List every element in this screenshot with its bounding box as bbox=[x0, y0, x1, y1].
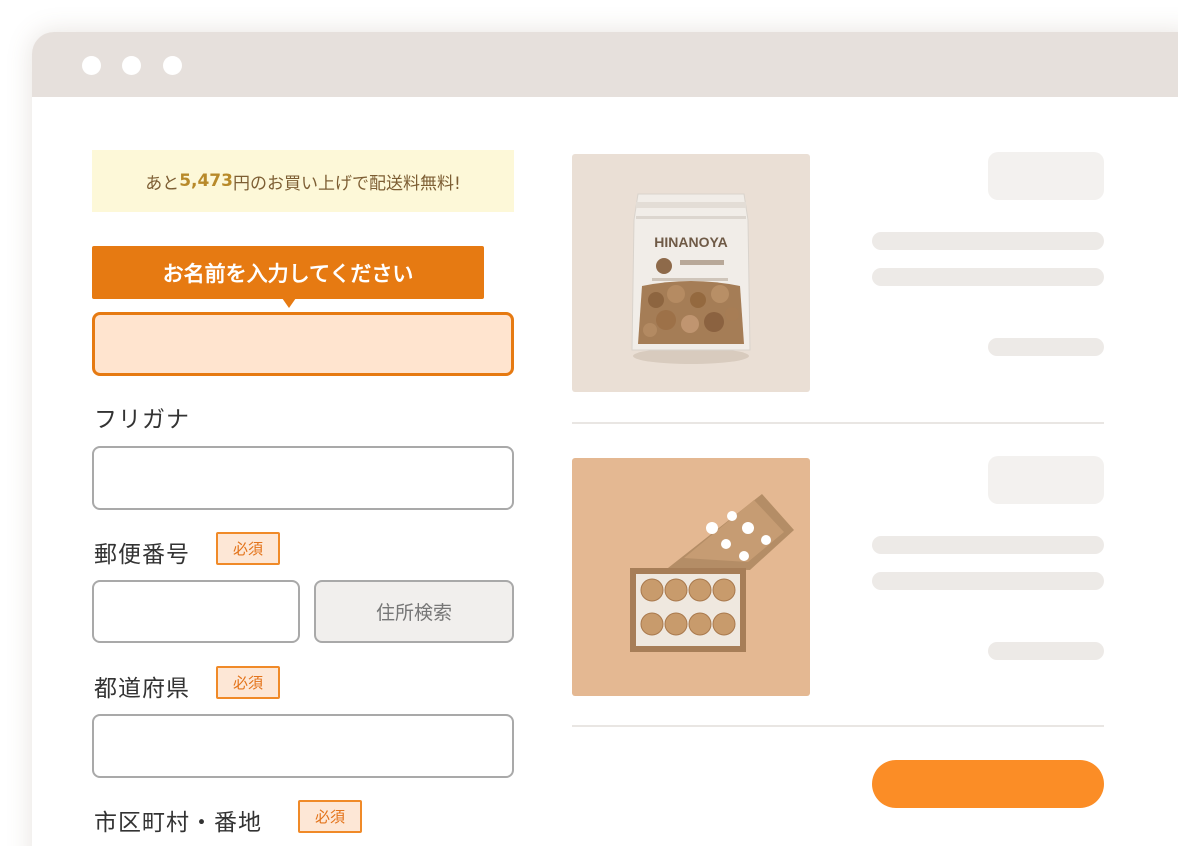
product-2-placeholder-line bbox=[872, 572, 1104, 590]
pouch-brand-text: HINANOYA bbox=[654, 234, 727, 250]
product-1-placeholder-badge bbox=[988, 152, 1104, 200]
name-input[interactable] bbox=[92, 312, 514, 376]
free-shipping-banner: あと 5,473 円のお買い上げで配送料無料! bbox=[92, 150, 514, 212]
prefecture-required-badge: 必須 bbox=[216, 666, 280, 699]
postal-label: 郵便番号 bbox=[94, 542, 190, 568]
window-maximize-dot[interactable] bbox=[163, 56, 182, 75]
postal-required-badge: 必須 bbox=[216, 532, 280, 565]
product-1-placeholder-line bbox=[872, 268, 1104, 286]
furigana-label: フリガナ bbox=[94, 407, 190, 433]
name-error-tooltip: お名前を入力してください bbox=[92, 246, 484, 308]
banner-prefix: あと bbox=[145, 173, 180, 194]
banner-suffix: 円のお買い上げで配送料無料! bbox=[232, 173, 461, 194]
prefecture-input[interactable] bbox=[92, 714, 514, 778]
address-search-button[interactable]: 住所検索 bbox=[314, 580, 514, 643]
product-divider bbox=[572, 422, 1104, 424]
prefecture-label: 都道府県 bbox=[94, 676, 190, 702]
summary-divider bbox=[572, 725, 1104, 727]
product-1-placeholder-line bbox=[872, 232, 1104, 250]
window-close-dot[interactable] bbox=[82, 56, 101, 75]
nut-pouch-illustration: HINANOYA bbox=[631, 193, 751, 364]
product-2-placeholder-badge bbox=[988, 456, 1104, 504]
product-2-placeholder-line bbox=[872, 536, 1104, 554]
furigana-input[interactable] bbox=[92, 446, 514, 510]
product-image-cookie-box bbox=[572, 458, 810, 696]
checkout-button[interactable] bbox=[872, 760, 1104, 808]
cookie-box-illustration bbox=[630, 494, 794, 652]
city-label: 市区町村・番地 bbox=[94, 810, 262, 836]
title-bar bbox=[32, 32, 1178, 97]
product-1-placeholder-price bbox=[988, 338, 1104, 356]
banner-amount: 5,473 bbox=[179, 171, 233, 191]
product-image-nut-pouch: HINANOYA bbox=[572, 154, 810, 392]
browser-window: あと 5,473 円のお買い上げで配送料無料! お名前を入力してください フリガナ … bbox=[32, 32, 1178, 846]
city-required-badge: 必須 bbox=[298, 800, 362, 833]
window-minimize-dot[interactable] bbox=[122, 56, 141, 75]
postal-input[interactable] bbox=[92, 580, 300, 643]
product-2-placeholder-price bbox=[988, 642, 1104, 660]
